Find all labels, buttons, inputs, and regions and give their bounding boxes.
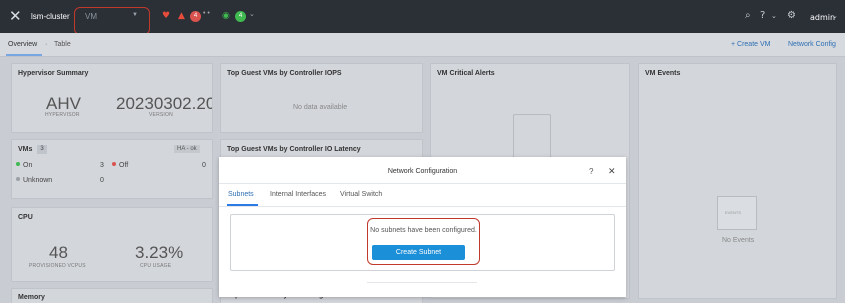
tabs-divider (219, 206, 626, 207)
vm-off-row[interactable]: Off (112, 162, 128, 169)
footer-divider (367, 282, 477, 283)
provisioned-vcpus-label: PROVISIONED VCPUS (29, 263, 86, 269)
tab-subnets[interactable]: Subnets (228, 191, 254, 198)
hypervisor-version: 20230302.2008 (116, 94, 212, 113)
document-check-icon (513, 114, 551, 160)
vm-unknown-row[interactable]: Unknown (16, 177, 52, 184)
top-bar: ✕ lsm-cluster VM ▼ ♥ ▲ 4 • • ◉ 4 ⌄ ⌕ ? ⌄… (0, 0, 845, 35)
user-chevron-icon[interactable]: ⌄ (832, 10, 838, 22)
network-config-link[interactable]: Network Config (788, 41, 836, 48)
sub-navigation: Overview · Table + Create VM Network Con… (0, 33, 845, 57)
events-box-label: EVENTS (725, 210, 742, 215)
tab-separator: · (45, 41, 48, 48)
card-title: CPU (18, 214, 33, 221)
task-status-icon[interactable]: ◉ (222, 11, 230, 21)
hypervisor-summary-card: Hypervisor Summary AHV HYPERVISOR 202303… (11, 63, 213, 133)
help-icon[interactable]: ? (760, 10, 765, 22)
vm-off-value: 0 (202, 162, 206, 169)
card-title: Top Guest VMs by Controller IOPS (227, 70, 342, 77)
version-label: VERSION (149, 112, 173, 118)
health-heart-icon[interactable]: ♥ (162, 11, 170, 21)
task-count-badge[interactable]: 4 (235, 11, 246, 22)
vm-events-card: VM Events EVENTS No Events (638, 63, 837, 299)
dialog-title: Network Configuration (387, 168, 458, 175)
close-icon[interactable]: ✕ (608, 166, 616, 177)
search-icon[interactable]: ⌕ (745, 10, 751, 22)
active-tab-underline (6, 54, 42, 56)
hypervisor-label: HYPERVISOR (45, 112, 80, 118)
iops-card: Top Guest VMs by Controller IOPS No data… (220, 63, 423, 133)
highlight-box (367, 218, 480, 265)
cpu-usage-value: 3.23% (135, 243, 184, 262)
vm-on-value: 3 (100, 162, 104, 169)
card-title: VM Events (645, 70, 681, 77)
card-title: Hypervisor Summary (18, 70, 89, 77)
help-icon[interactable]: ? (589, 167, 593, 176)
tab-overview[interactable]: Overview (8, 41, 37, 48)
alert-bell-icon[interactable]: ▲ (178, 11, 185, 21)
cluster-name[interactable]: lsm-cluster (31, 12, 70, 21)
alert-dots-icon: • • (203, 10, 210, 17)
card-title: Memory (18, 294, 45, 301)
card-title: Top Guest VMs by Controller IO Latency (227, 146, 361, 153)
vm-on-row[interactable]: On (16, 162, 32, 169)
unknown-dot-icon (16, 177, 20, 181)
vm-unknown-value: 0 (100, 177, 104, 184)
card-title: VM Critical Alerts (437, 70, 495, 77)
no-events-text: No Events (722, 237, 755, 244)
tab-internal-interfaces[interactable]: Internal Interfaces (270, 191, 326, 198)
off-dot-icon (112, 162, 116, 166)
no-data-text: No data available (293, 104, 348, 111)
tab-table[interactable]: Table (54, 41, 71, 48)
card-title: VMs (18, 146, 33, 153)
cpu-usage-label: CPU USAGE (140, 263, 172, 269)
highlight-box (74, 7, 150, 35)
alert-count-badge[interactable]: 4 (190, 11, 201, 22)
prism-logo-icon[interactable]: ✕ (9, 9, 22, 24)
empty-box-icon: EVENTS (717, 196, 757, 230)
create-vm-link[interactable]: + Create VM (731, 41, 771, 48)
vm-count-badge: 3 (37, 145, 47, 154)
memory-card: Memory (11, 288, 213, 303)
ha-status-badge: HA - ok (174, 145, 200, 153)
cpu-card: CPU 48 PROVISIONED VCPUS 3.23% CPU USAGE (11, 207, 213, 282)
task-chevron-icon[interactable]: ⌄ (249, 10, 255, 18)
gear-icon[interactable]: ⚙ (787, 10, 796, 22)
provisioned-vcpus-value: 48 (49, 243, 68, 262)
network-configuration-dialog: Network Configuration ? ✕ Subnets Intern… (219, 157, 626, 297)
help-chevron-icon[interactable]: ⌄ (771, 10, 777, 22)
on-dot-icon (16, 162, 20, 166)
tab-virtual-switch[interactable]: Virtual Switch (340, 191, 382, 198)
header-divider (219, 183, 626, 184)
hypervisor-name: AHV (46, 94, 81, 113)
vms-card: VMs 3 HA - ok On 3 Off 0 Unknown 0 (11, 139, 213, 199)
